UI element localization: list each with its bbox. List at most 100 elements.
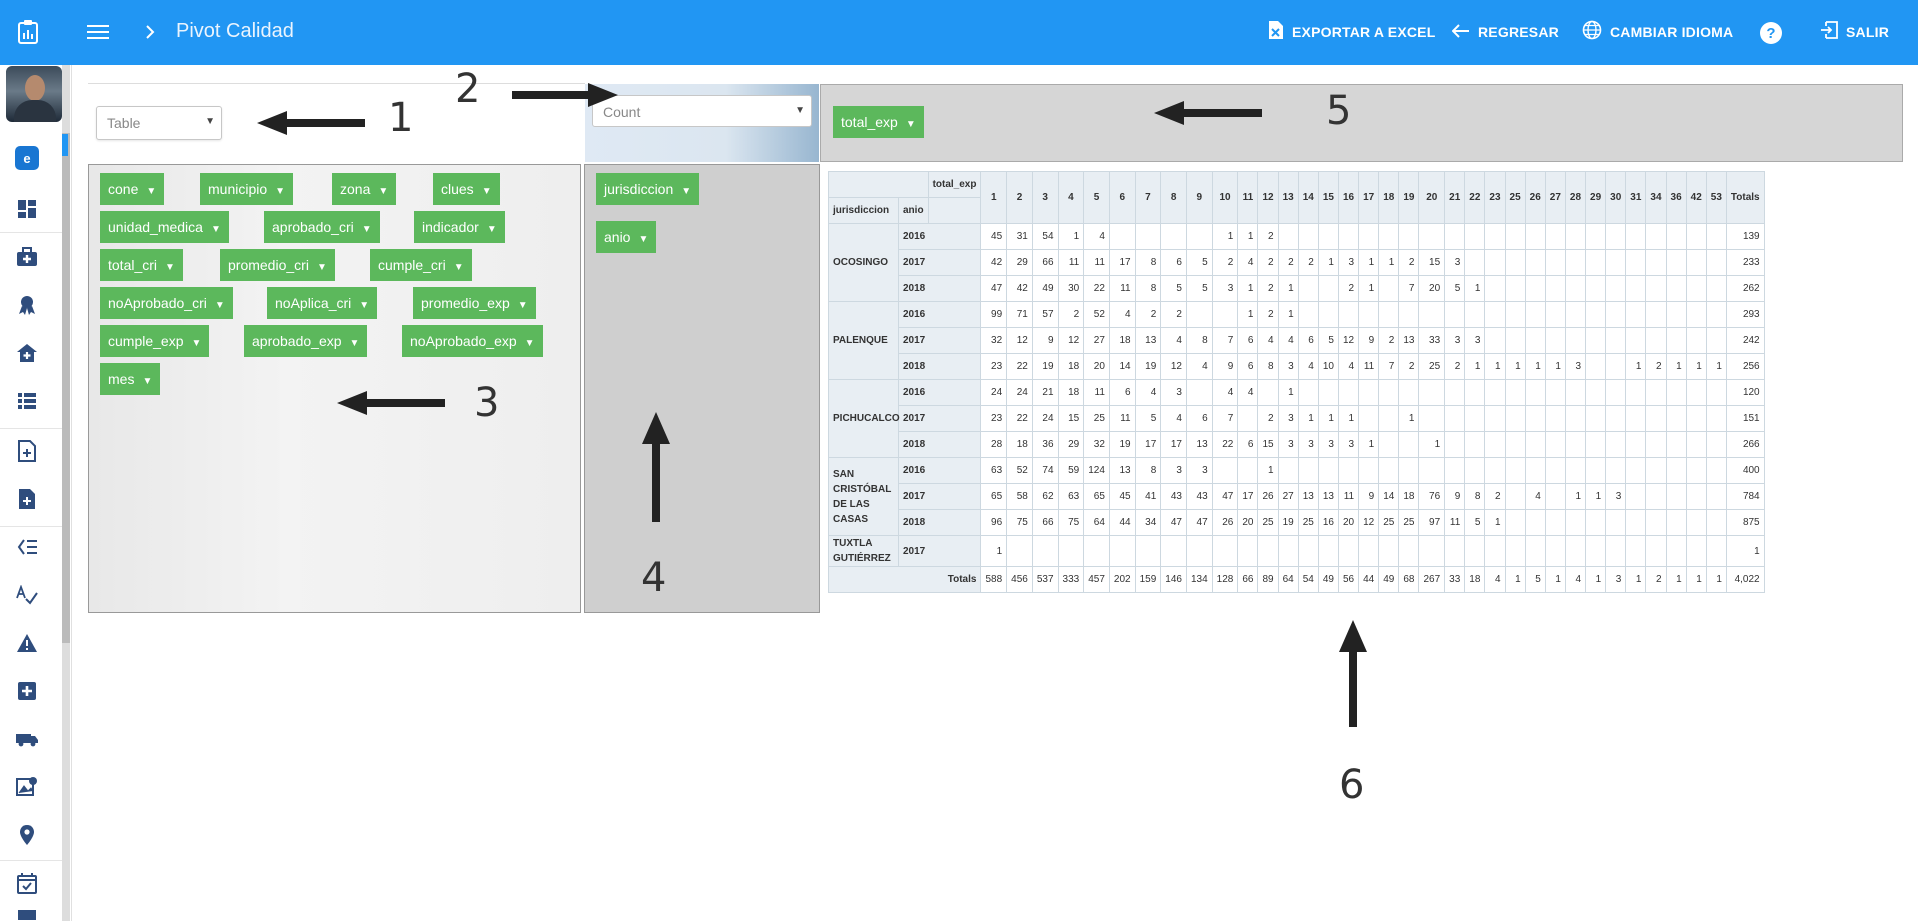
add-document-icon[interactable] — [15, 439, 39, 463]
chevron-down-icon[interactable]: ▼ — [518, 300, 528, 311]
field-cone[interactable]: cone ▼ — [100, 173, 165, 205]
logout-button[interactable]: SALIR — [1820, 20, 1889, 44]
chevron-down-icon[interactable]: ▼ — [638, 234, 648, 245]
chevron-down-icon[interactable]: ▼ — [362, 224, 372, 235]
ambulance-icon[interactable] — [15, 727, 39, 751]
aggregator-select[interactable]: Count ▼ — [592, 95, 812, 127]
table-cell: 3 — [1185, 457, 1213, 484]
table-cell — [1524, 457, 1546, 484]
hamburger-menu-icon[interactable] — [86, 20, 110, 44]
field-unidad_medica[interactable]: unidad_medica ▼ — [100, 211, 229, 243]
table-cell — [1504, 509, 1526, 536]
back-button[interactable]: REGRESAR — [1451, 20, 1559, 44]
renderer-select[interactable]: Table ▼ — [96, 106, 222, 140]
chevron-down-icon[interactable]: ▼ — [192, 338, 202, 349]
table-cell: 97 — [1418, 509, 1446, 536]
table-cell — [1358, 379, 1380, 406]
medical-plus-icon[interactable] — [15, 679, 39, 703]
warning-icon[interactable] — [15, 631, 39, 655]
avatar[interactable] — [6, 66, 62, 122]
chevron-down-icon[interactable]: ▼ — [211, 224, 221, 235]
field-noAplica_cri[interactable]: noAplica_cri ▼ — [267, 287, 378, 319]
chevron-down-icon[interactable]: ▼ — [487, 224, 497, 235]
row-total: 266 — [1725, 431, 1765, 458]
field-clues[interactable]: clues ▼ — [433, 173, 500, 205]
chevron-down-icon[interactable]: ▼ — [275, 186, 285, 197]
chevron-down-icon[interactable]: ▼ — [215, 300, 225, 311]
field-total_cri[interactable]: total_cri ▼ — [100, 249, 183, 281]
field-cumple_cri[interactable]: cumple_cri ▼ — [370, 249, 472, 281]
row-field-jurisdiccion[interactable]: jurisdiccion ▼ — [596, 173, 700, 205]
col-field-total_exp[interactable]: total_exp ▼ — [833, 106, 924, 138]
chevron-down-icon[interactable]: ▼ — [482, 186, 492, 197]
clinic-icon[interactable] — [15, 341, 39, 365]
table-cell — [1685, 457, 1707, 484]
table-cell: 25 — [1083, 405, 1110, 432]
row-year-label: 2016 — [897, 301, 982, 328]
checklist-icon[interactable] — [15, 535, 39, 559]
table-cell — [1398, 535, 1420, 567]
field-cumple_exp[interactable]: cumple_exp ▼ — [100, 325, 210, 357]
field-promedio_cri[interactable]: promedio_cri ▼ — [220, 249, 335, 281]
chevron-down-icon[interactable]: ▼ — [350, 338, 360, 349]
clipboard-chart-icon[interactable] — [14, 18, 42, 46]
chevron-down-icon[interactable]: ▼ — [142, 376, 152, 387]
field-noAprobado_cri[interactable]: noAprobado_cri ▼ — [100, 287, 233, 319]
field-promedio_exp[interactable]: promedio_exp ▼ — [413, 287, 536, 319]
change-language-button[interactable]: CAMBIAR IDIOMA — [1582, 20, 1733, 44]
field-aprobado_cri[interactable]: aprobado_cri ▼ — [264, 211, 380, 243]
table-cell — [1464, 535, 1486, 567]
list-icon[interactable] — [15, 389, 39, 413]
field-mes[interactable]: mes ▼ — [100, 363, 161, 395]
chevron-down-icon[interactable]: ▼ — [906, 119, 916, 130]
field-zona[interactable]: zona ▼ — [332, 173, 397, 205]
chevron-down-icon[interactable]: ▼ — [681, 186, 691, 197]
spellcheck-icon[interactable] — [15, 583, 39, 607]
table-cell — [1378, 457, 1400, 484]
row-year-label: 2016 — [897, 223, 982, 250]
document-plus-icon[interactable] — [15, 487, 39, 511]
chevron-down-icon[interactable]: ▼ — [454, 262, 464, 273]
chevron-down-icon[interactable]: ▼ — [146, 186, 156, 197]
table-cell: 1 — [1211, 223, 1239, 250]
row-field-anio[interactable]: anio ▼ — [596, 221, 657, 253]
totals-header: Totals — [1725, 171, 1765, 224]
table-cell — [1504, 483, 1526, 510]
dashboard-icon[interactable] — [15, 197, 39, 221]
chevron-down-icon[interactable]: ▼ — [378, 186, 388, 197]
field-indicador[interactable]: indicador ▼ — [414, 211, 505, 243]
table-cell — [1605, 223, 1627, 250]
table-cell — [1685, 379, 1707, 406]
table-cell — [1564, 223, 1587, 250]
chevron-down-icon[interactable]: ▼ — [359, 300, 369, 311]
row-total: 256 — [1725, 353, 1765, 380]
table-cell: 4 — [1185, 353, 1213, 380]
first-aid-kit-icon[interactable] — [15, 245, 39, 269]
column-fields-zone[interactable] — [820, 84, 1903, 162]
field-aprobado_exp[interactable]: aprobado_exp ▼ — [244, 325, 368, 357]
column-total: 66 — [1237, 566, 1259, 593]
table-cell: 25 — [1418, 353, 1446, 380]
table-cell: 11 — [1108, 405, 1136, 432]
help-icon[interactable]: ? — [1760, 22, 1782, 44]
calendar-check-icon[interactable] — [15, 871, 39, 895]
table-cell — [1358, 223, 1380, 250]
table-cell: 66 — [1031, 249, 1059, 276]
chevron-down-icon[interactable]: ▼ — [525, 338, 535, 349]
chevron-down-icon[interactable]: ▼ — [165, 262, 175, 273]
chevron-down-icon[interactable]: ▼ — [317, 262, 327, 273]
etab-logo[interactable]: e — [15, 146, 39, 170]
field-municipio[interactable]: municipio ▼ — [200, 173, 294, 205]
table-cell: 23 — [980, 353, 1008, 380]
location-pin-icon[interactable] — [15, 823, 39, 847]
award-icon[interactable] — [15, 293, 39, 317]
more-icon[interactable] — [15, 910, 39, 920]
column-header: 8 — [1160, 171, 1187, 224]
field-noAprobado_exp[interactable]: noAprobado_exp ▼ — [402, 325, 543, 357]
table-cell — [1585, 275, 1607, 302]
table-cell — [1605, 353, 1627, 380]
sidebar-scrollbar-thumb[interactable] — [62, 133, 70, 643]
export-excel-button[interactable]: EXPORTAR A EXCEL — [1268, 20, 1435, 44]
table-cell — [1605, 275, 1627, 302]
map-photo-icon[interactable] — [15, 775, 39, 799]
